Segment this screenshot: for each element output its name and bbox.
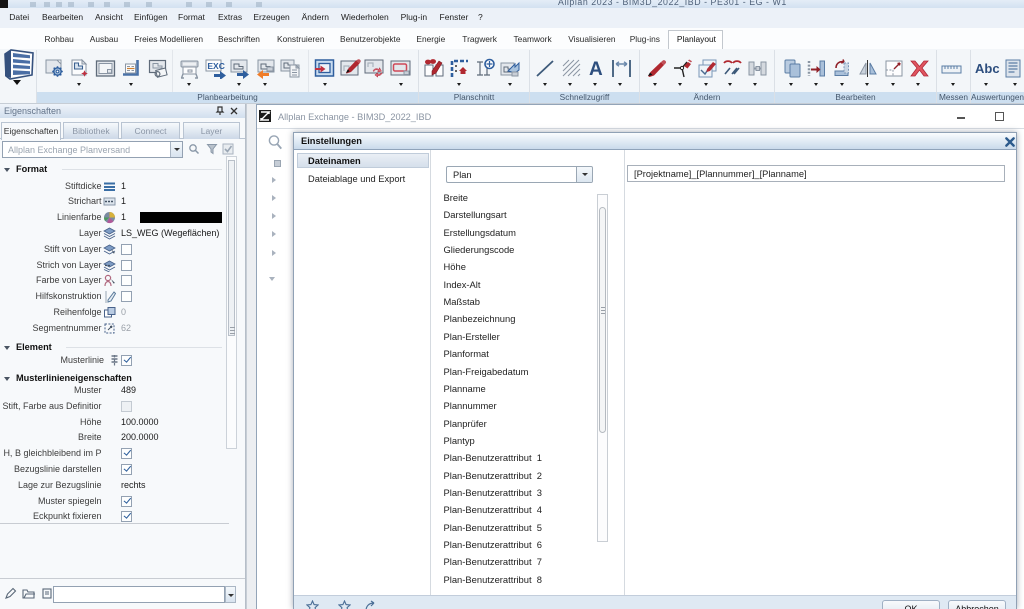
svg-text:A: A	[589, 59, 603, 79]
svg-text:EXC: EXC	[207, 61, 224, 71]
svg-text:Abc: Abc	[975, 61, 1000, 76]
